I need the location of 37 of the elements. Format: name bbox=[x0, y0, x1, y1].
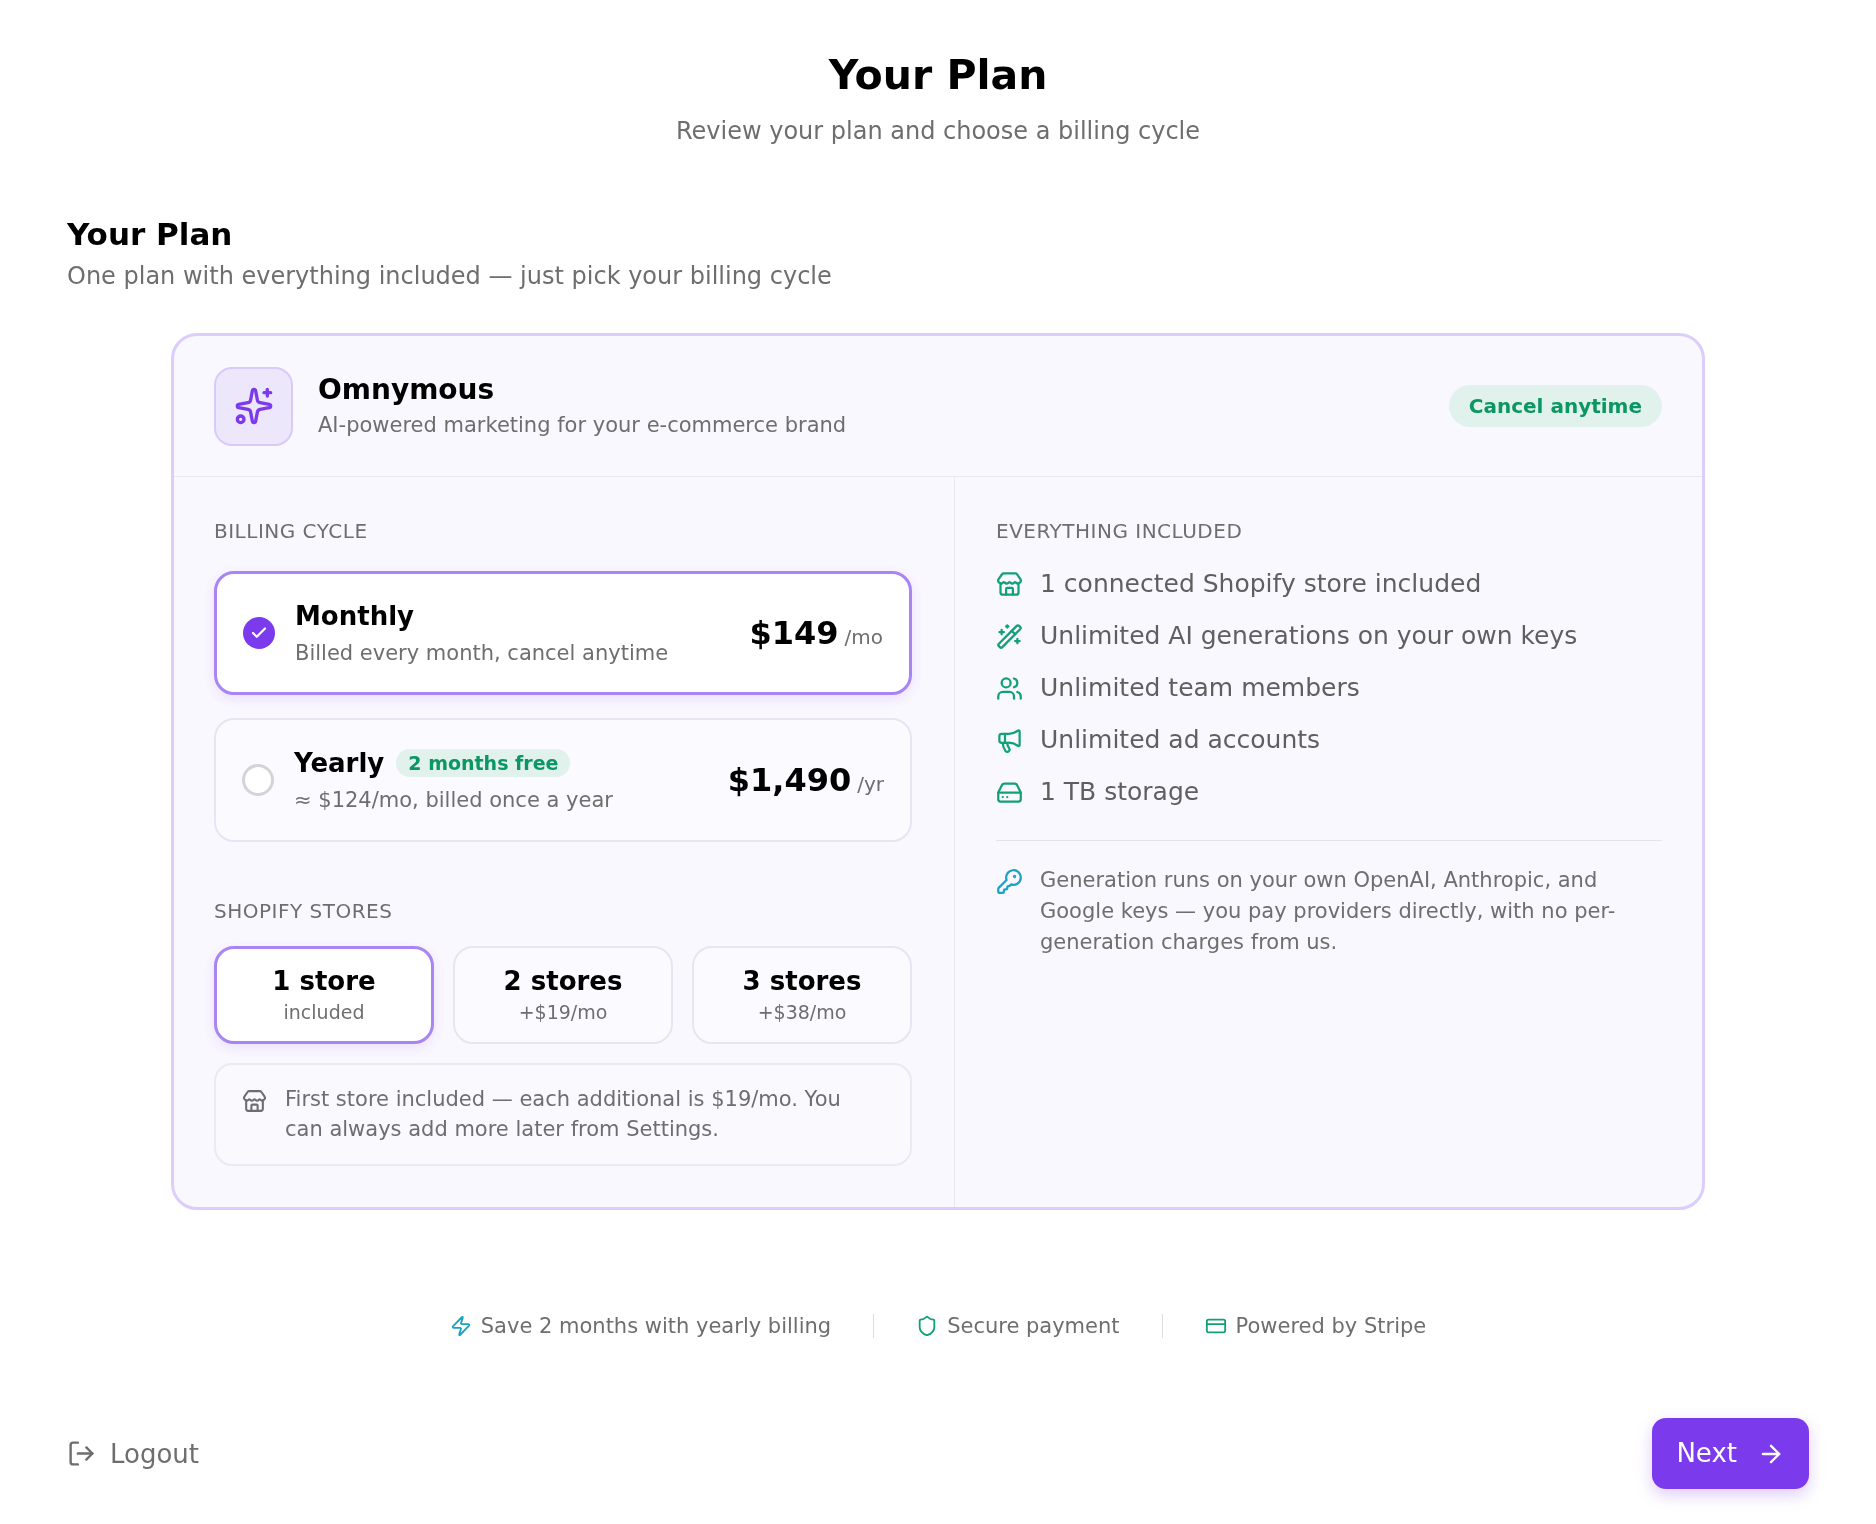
trust-text: Powered by Stripe bbox=[1235, 1313, 1427, 1340]
section-subtitle: One plan with everything included — just pick your billing cycle bbox=[67, 261, 832, 292]
section-label: SHOPIFY STORES bbox=[214, 898, 393, 925]
magic-wand-icon bbox=[996, 622, 1023, 650]
logout-icon bbox=[67, 1439, 96, 1468]
next-button[interactable]: Next bbox=[1652, 1418, 1809, 1489]
lightning-icon bbox=[449, 1315, 472, 1337]
store-icon bbox=[242, 1089, 267, 1114]
billing-option[interactable]: Monthly Billed every month, cancel anytime $149 /mo bbox=[214, 571, 912, 695]
note-text: Generation runs on your own OpenAI, Anthropic, and Google keys — you pay providers directly, with no per-generation charges from us. bbox=[1040, 867, 1617, 956]
section-label: EVERYTHING INCLUDED bbox=[996, 518, 1243, 545]
feature-text: Unlimited ad accounts bbox=[1040, 724, 1321, 756]
users-icon bbox=[996, 674, 1023, 702]
info-badge: Cancel anytime bbox=[1448, 385, 1662, 427]
product-tagline: AI-powered marketing for your e-commerce brand bbox=[318, 412, 847, 439]
page-subtitle: Review your plan and choose a billing cycle bbox=[675, 116, 1201, 147]
section-label: BILLING CYCLE bbox=[214, 518, 368, 545]
store-option[interactable]: 1 store included bbox=[214, 946, 434, 1044]
product-name: Omnymous bbox=[318, 372, 495, 408]
trust-text: Secure payment bbox=[947, 1313, 1120, 1340]
feature-text: Unlimited team members bbox=[1040, 672, 1360, 704]
note-text: First store included — each additional is $19/mo. You can always add more later from Settings. bbox=[285, 1086, 842, 1143]
logout-button[interactable]: Logout bbox=[67, 1435, 200, 1472]
trust-text: Save 2 months with yearly billing bbox=[480, 1313, 832, 1340]
feature-text: Unlimited AI generations on your own keys bbox=[1040, 620, 1578, 652]
billing-option[interactable]: Yearly 2 months free ≈ $124/mo, billed once a year $1,490 /yr bbox=[214, 718, 912, 842]
feature-text: 1 TB storage bbox=[1040, 776, 1200, 808]
section-title: Your Plan bbox=[67, 215, 233, 253]
store-option[interactable]: 2 stores +$19/mo bbox=[453, 946, 673, 1044]
sparkles-icon bbox=[214, 366, 293, 446]
page-title: Your Plan bbox=[828, 50, 1048, 101]
feature-text: 1 connected Shopify store included bbox=[1040, 568, 1482, 600]
store-option[interactable]: 3 stores +$38/mo bbox=[692, 946, 912, 1044]
store-icon bbox=[996, 570, 1023, 598]
megaphone-icon bbox=[996, 726, 1023, 754]
key-icon bbox=[996, 868, 1023, 895]
discount-badge: 2 months free bbox=[396, 749, 571, 777]
